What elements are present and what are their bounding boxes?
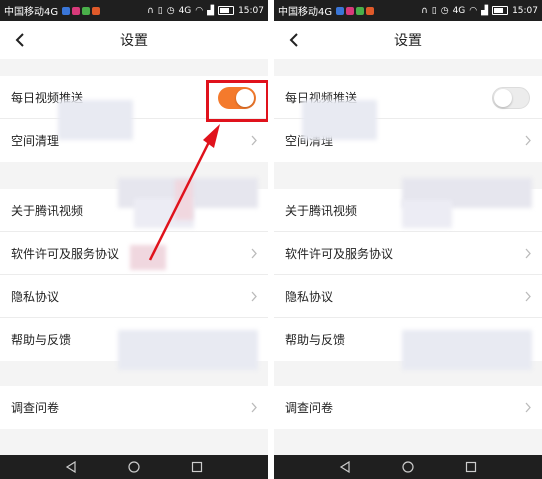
nav-back-icon[interactable] — [65, 461, 77, 473]
vibrate-icon: ▯ — [157, 5, 163, 16]
help-label: 帮助与反馈 — [11, 333, 72, 347]
chevron-right-icon — [525, 291, 531, 302]
survey-row[interactable]: 调查问卷 — [0, 386, 268, 429]
app-notification-icon — [72, 6, 81, 15]
app-notification-icon — [356, 6, 365, 15]
system-nav-bar — [0, 455, 268, 479]
wifi-icon: ◠ — [469, 5, 478, 16]
clear-space-row[interactable]: 空间清理 — [0, 119, 268, 162]
highlight-box — [206, 80, 268, 122]
blur-mosaic — [175, 180, 193, 220]
license-label: 软件许可及服务协议 — [11, 246, 120, 261]
blur-mosaic — [302, 100, 377, 140]
chevron-right-icon — [525, 135, 531, 146]
blur-mosaic — [402, 330, 532, 370]
network-type: 4G — [452, 5, 466, 16]
toggle-knob — [494, 89, 512, 107]
privacy-row[interactable]: 隐私协议 — [274, 275, 542, 318]
clear-space-label: 空间清理 — [11, 134, 60, 148]
survey-row[interactable]: 调查问卷 — [274, 386, 542, 429]
settings-group-3: 调查问卷 — [0, 386, 268, 429]
app-notification-icon — [92, 6, 101, 15]
survey-label: 调查问卷 — [11, 401, 60, 415]
carrier-label: 中国移动4G — [4, 7, 59, 18]
chevron-right-icon — [251, 135, 257, 146]
headset-icon: ∩ — [147, 5, 154, 16]
blur-mosaic — [130, 245, 166, 270]
app-notification-icon — [346, 6, 355, 15]
clock: 15:07 — [512, 5, 538, 16]
page-header: 设置 — [274, 21, 542, 59]
page-title: 设置 — [120, 33, 148, 49]
carrier-label: 中国移动4G — [278, 7, 333, 18]
license-row[interactable]: 软件许可及服务协议 — [274, 232, 542, 275]
nav-back-icon[interactable] — [339, 461, 351, 473]
back-arrow-icon[interactable] — [284, 30, 304, 50]
chevron-right-icon — [251, 291, 257, 302]
blur-mosaic — [402, 200, 452, 228]
vibrate-icon: ▯ — [431, 5, 437, 16]
chevron-right-icon — [251, 402, 257, 413]
network-type: 4G — [178, 5, 192, 16]
page-title: 设置 — [394, 33, 422, 49]
about-label: 关于腾讯视频 — [11, 203, 84, 218]
signal-icon: ▟ — [207, 5, 215, 16]
license-label: 软件许可及服务协议 — [285, 246, 394, 261]
nav-home-icon[interactable] — [402, 461, 414, 473]
phone-screenshot-after: 中国移动4G ∩ ▯ ◷ 4G ◠ ▟ 15:07 设置 每日视频推送 空间清理… — [274, 0, 542, 479]
survey-label: 调查问卷 — [285, 401, 334, 415]
page-header: 设置 — [0, 21, 268, 59]
nav-home-icon[interactable] — [128, 461, 140, 473]
headset-icon: ∩ — [421, 5, 428, 16]
battery-icon — [218, 6, 235, 15]
privacy-row[interactable]: 隐私协议 — [0, 275, 268, 318]
app-notification-icon — [366, 6, 375, 15]
chevron-right-icon — [525, 248, 531, 259]
about-label: 关于腾讯视频 — [285, 203, 358, 218]
notification-icons — [336, 6, 375, 15]
chevron-right-icon — [251, 248, 257, 259]
notification-icons — [62, 6, 101, 15]
daily-push-toggle[interactable] — [492, 87, 530, 109]
battery-icon — [492, 6, 509, 15]
status-bar: 中国移动4G ∩ ▯ ◷ 4G ◠ ▟ 15:07 — [274, 0, 542, 21]
phone-screenshot-before: 中国移动4G ∩ ▯ ◷ 4G ◠ ▟ 15:07 设置 每日视频推送 空间清理… — [0, 0, 268, 479]
help-label: 帮助与反馈 — [285, 333, 346, 347]
back-arrow-icon[interactable] — [10, 30, 30, 50]
alarm-icon: ◷ — [166, 5, 175, 16]
nav-recents-icon[interactable] — [465, 461, 477, 473]
blur-mosaic — [118, 330, 258, 370]
clock: 15:07 — [238, 5, 264, 16]
wifi-icon: ◠ — [195, 5, 204, 16]
status-bar: 中国移动4G ∩ ▯ ◷ 4G ◠ ▟ 15:07 — [0, 0, 268, 21]
app-notification-icon — [62, 6, 71, 15]
app-notification-icon — [336, 6, 345, 15]
privacy-label: 隐私协议 — [285, 289, 334, 304]
privacy-label: 隐私协议 — [11, 289, 60, 304]
blur-mosaic — [58, 100, 133, 140]
nav-recents-icon[interactable] — [191, 461, 203, 473]
app-notification-icon — [82, 6, 91, 15]
system-nav-bar — [274, 455, 542, 479]
alarm-icon: ◷ — [440, 5, 449, 16]
signal-icon: ▟ — [481, 5, 489, 16]
chevron-right-icon — [525, 402, 531, 413]
settings-group-3: 调查问卷 — [274, 386, 542, 429]
